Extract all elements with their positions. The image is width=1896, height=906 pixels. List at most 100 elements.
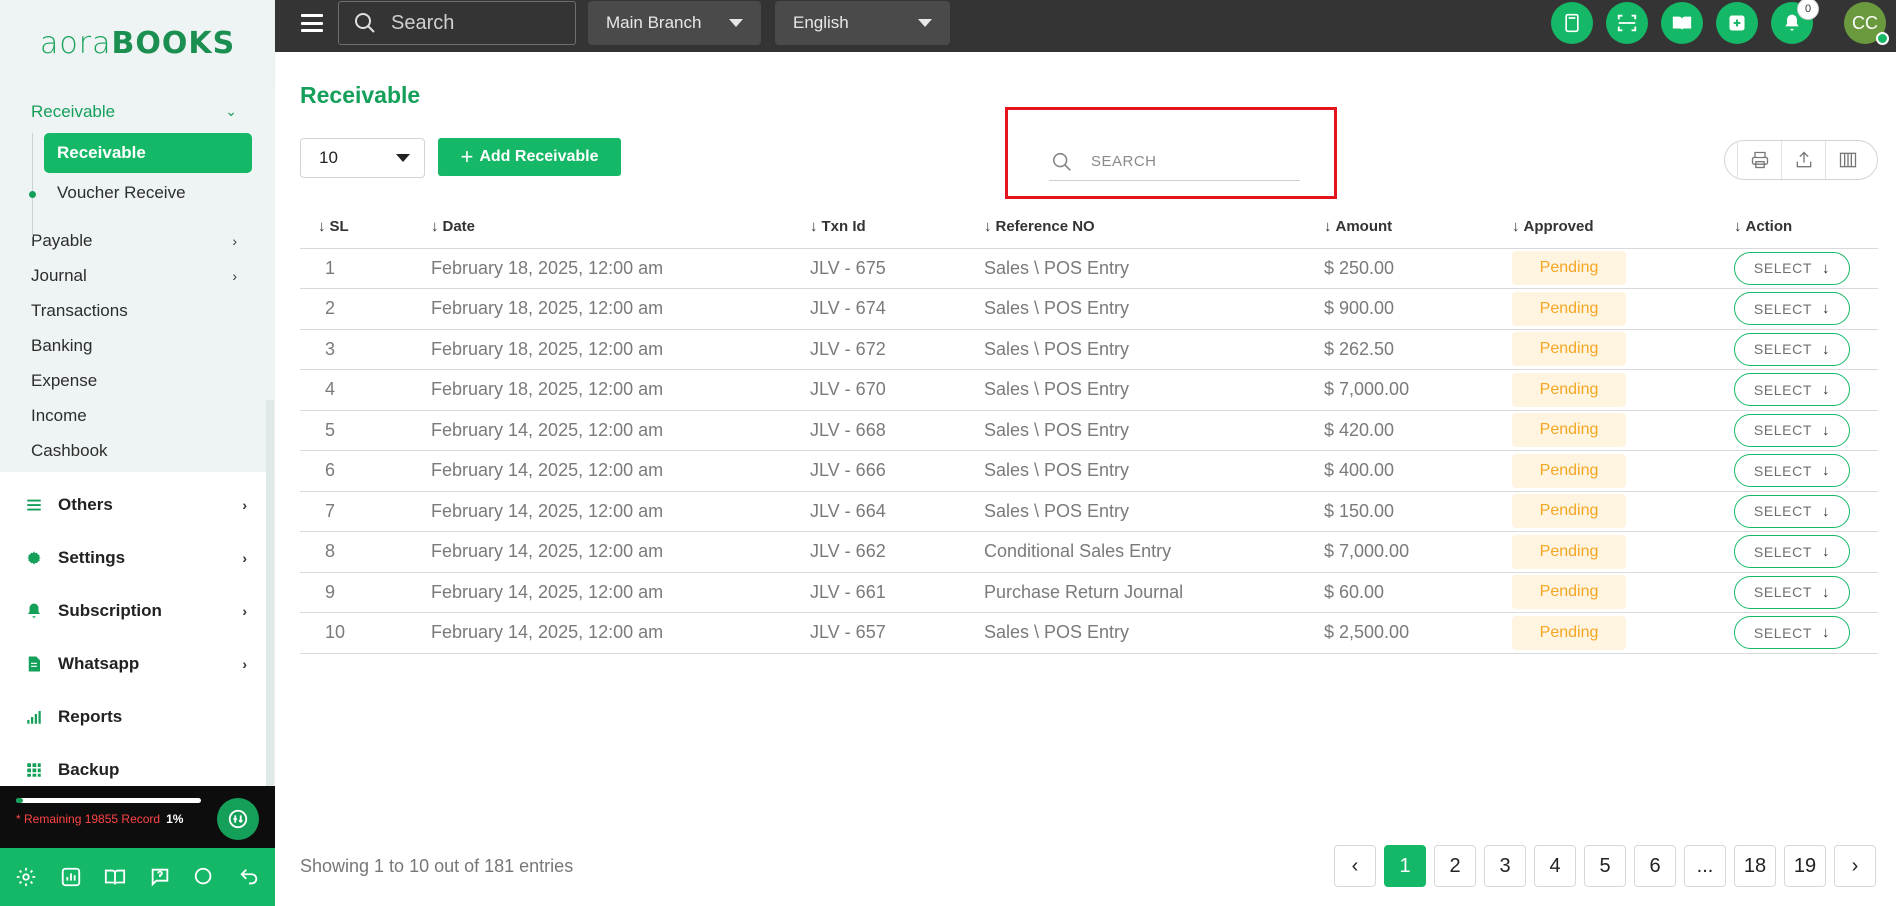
select-action-button[interactable]: SELECT ↓ (1734, 454, 1850, 488)
page-button[interactable]: 18 (1734, 845, 1776, 887)
column-header-approved[interactable]: ↓ Approved (1512, 206, 1734, 249)
table-row[interactable]: 5 February 14, 2025, 12:00 am JLV - 668 Sal… (300, 410, 1878, 451)
table-search-input[interactable]: SEARCH (1049, 143, 1300, 181)
page-button[interactable]: 5 (1584, 845, 1626, 887)
select-action-button[interactable]: SELECT ↓ (1734, 575, 1850, 609)
add-icon[interactable] (1716, 2, 1758, 44)
select-action-button[interactable]: SELECT ↓ (1734, 616, 1850, 650)
select-action-button[interactable]: SELECT ↓ (1734, 494, 1850, 528)
language-select[interactable]: English (775, 1, 950, 45)
print-icon[interactable] (1737, 141, 1781, 179)
sidebar-item-income[interactable]: Income (0, 398, 275, 433)
menu-toggle-icon[interactable] (301, 14, 323, 32)
cell-reference: Purchase Return Journal (984, 572, 1324, 613)
column-header-amount[interactable]: ↓ Amount (1324, 206, 1512, 249)
scan-icon[interactable] (1606, 2, 1648, 44)
caret-down-icon (918, 19, 932, 27)
list-icon (24, 495, 44, 515)
column-header-txn-id[interactable]: ↓ Txn Id (810, 206, 984, 249)
accounting-submenu: Receivable ⌄ Receivable Voucher Receive … (0, 86, 275, 472)
table-row[interactable]: 6 February 14, 2025, 12:00 am JLV - 666 Sal… (300, 450, 1878, 492)
sidebar-item-label: Receivable (31, 101, 116, 121)
chevron-left-icon[interactable]: ‹ (1334, 845, 1376, 887)
arrow-down-icon: ↓ (1821, 259, 1831, 277)
chevron-right-icon[interactable]: › (1834, 845, 1876, 887)
page-button[interactable]: 1 (1384, 845, 1426, 887)
upgrade-icon[interactable] (217, 798, 259, 840)
gear-icon[interactable] (9, 860, 43, 894)
logo[interactable]: aoraBOOKS (40, 26, 235, 61)
select-action-button[interactable]: SELECT ↓ (1734, 535, 1850, 569)
select-action-button[interactable]: SELECT ↓ (1734, 251, 1850, 285)
notification-count-badge: 0 (1797, 0, 1819, 20)
page-button[interactable]: 3 (1484, 845, 1526, 887)
rows-per-page-select[interactable]: 10 (300, 138, 425, 178)
select-action-button[interactable]: SELECT ↓ (1734, 332, 1850, 366)
columns-icon[interactable] (1825, 141, 1869, 179)
chart-icon[interactable] (54, 860, 88, 894)
sidebar-item-transactions[interactable]: Transactions (0, 293, 275, 328)
page-button[interactable]: 19 (1784, 845, 1826, 887)
sidebar-scrollbar-thumb[interactable] (266, 400, 274, 786)
book-icon[interactable] (1661, 2, 1703, 44)
table-row[interactable]: 1 February 18, 2025, 12:00 am JLV - 675 Sal… (300, 248, 1878, 289)
page-button[interactable]: 4 (1534, 845, 1576, 887)
sidebar-item-cashbook[interactable]: Cashbook (0, 433, 275, 468)
sidebar-item-backup[interactable]: Backup (0, 743, 275, 786)
cell-action: SELECT ↓ (1734, 329, 1878, 370)
sidebar-item-voucher-receive[interactable]: Voucher Receive (44, 173, 275, 213)
chat-icon[interactable] (187, 860, 221, 894)
table-row[interactable]: 4 February 18, 2025, 12:00 am JLV - 670 Sal… (300, 369, 1878, 411)
cell-approved: Pending (1512, 329, 1734, 370)
cell-action: SELECT ↓ (1734, 288, 1878, 330)
sidebar-item-subscription[interactable]: Subscription › (0, 584, 275, 637)
add-receivable-button[interactable]: + Add Receivable (438, 138, 621, 176)
page-button[interactable]: 2 (1434, 845, 1476, 887)
sidebar-item-label: Income (31, 405, 87, 425)
bell-icon (24, 601, 44, 621)
bell-icon[interactable]: 0 (1771, 0, 1819, 44)
page-button[interactable]: ... (1684, 845, 1726, 887)
table-row[interactable]: 8 February 14, 2025, 12:00 am JLV - 662 Con… (300, 531, 1878, 573)
column-header-reference[interactable]: ↓ Reference NO (984, 206, 1324, 249)
book-icon[interactable] (98, 860, 132, 894)
cell-sl: 7 (300, 491, 431, 532)
column-header-action[interactable]: ↓ Action (1734, 206, 1878, 249)
export-icon[interactable] (1781, 141, 1825, 179)
sidebar-item-payable[interactable]: Payable › (0, 223, 275, 258)
sidebar-item-banking[interactable]: Banking (0, 328, 275, 363)
select-action-button[interactable]: SELECT ↓ (1734, 292, 1850, 326)
column-header-sl[interactable]: ↓ SL (300, 206, 431, 249)
cell-action: SELECT ↓ (1734, 410, 1878, 451)
sidebar-item-label: Settings (58, 547, 126, 567)
back-icon[interactable] (232, 860, 266, 894)
table-row[interactable]: 10 February 14, 2025, 12:00 am JLV - 657 Sa… (300, 612, 1878, 654)
cell-date: February 18, 2025, 12:00 am (431, 329, 810, 370)
cell-action: SELECT ↓ (1734, 612, 1878, 654)
sidebar-item-journal[interactable]: Journal › (0, 258, 275, 293)
arrow-down-icon: ↓ (1821, 381, 1831, 399)
table-row[interactable]: 3 February 18, 2025, 12:00 am JLV - 672 Sal… (300, 329, 1878, 370)
select-action-button[interactable]: SELECT ↓ (1734, 373, 1850, 407)
page-button[interactable]: 6 (1634, 845, 1676, 887)
calculator-icon[interactable] (1551, 2, 1593, 44)
table-row[interactable]: 2 February 18, 2025, 12:00 am JLV - 674 Sal… (300, 288, 1878, 330)
sidebar-item-whatsapp[interactable]: Whatsapp › (0, 637, 275, 690)
sidebar-item-reports[interactable]: Reports (0, 690, 275, 743)
avatar[interactable]: CC (1844, 2, 1889, 45)
sidebar-item-receivable[interactable]: Receivable (44, 133, 252, 173)
status-badge: Pending (1512, 575, 1626, 610)
select-action-button[interactable]: SELECT ↓ (1734, 413, 1850, 447)
sidebar-item-label: Banking (31, 335, 93, 355)
sidebar-item-settings[interactable]: Settings › (0, 531, 275, 584)
table-row[interactable]: 7 February 14, 2025, 12:00 am JLV - 664 Sal… (300, 491, 1878, 532)
table-row[interactable]: 9 February 14, 2025, 12:00 am JLV - 661 Pur… (300, 572, 1878, 613)
sidebar-item-others[interactable]: Others › (0, 478, 275, 531)
column-header-date[interactable]: ↓ Date (431, 206, 810, 249)
status-badge: Pending (1512, 413, 1626, 448)
help-icon[interactable] (143, 860, 177, 894)
sidebar-item-receivable-group[interactable]: Receivable ⌄ (0, 94, 275, 129)
global-search-input[interactable]: Search (338, 1, 576, 45)
branch-select[interactable]: Main Branch (588, 1, 761, 45)
sidebar-item-expense[interactable]: Expense (0, 363, 275, 398)
